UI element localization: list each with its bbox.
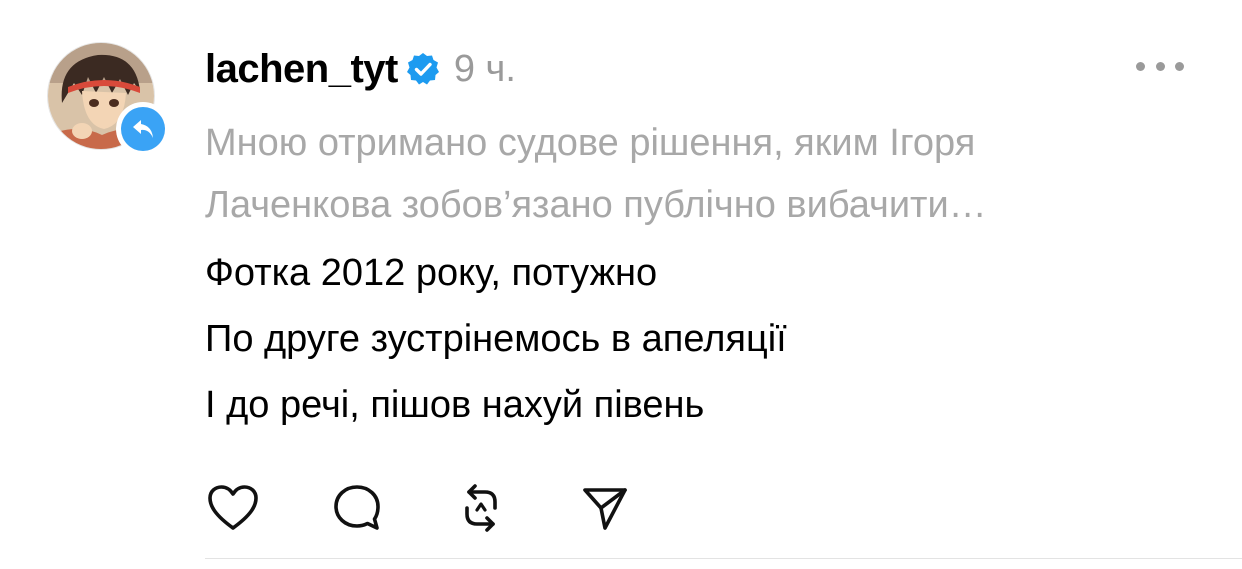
more-dots-icon[interactable] [1136, 56, 1184, 76]
heart-icon [208, 485, 258, 530]
share-icon [583, 488, 627, 530]
post: lachen_tyt 9 ч. Мною отримано судове ріш… [0, 0, 1242, 569]
avatar-container[interactable] [47, 42, 170, 156]
body-line: Фотка 2012 року, потужно [205, 252, 658, 294]
post-header: lachen_tyt 9 ч. [205, 44, 516, 94]
post-body: Фотка 2012 року, потужно По друге зустрі… [205, 240, 1195, 438]
quoted-line: Мною отримано судове рішення, яким Ігоря [205, 122, 976, 164]
repost-icon [465, 484, 497, 532]
username[interactable]: lachen_tyt [205, 47, 398, 92]
quoted-line: Лаченкова зобов’язано публічно вибачити… [205, 184, 987, 226]
repost-badge [116, 102, 170, 156]
share-button[interactable] [575, 478, 635, 538]
repost-icon [133, 120, 153, 138]
quoted-text[interactable]: Мною отримано судове рішення, яким Ігоря… [205, 112, 1195, 236]
body-line: І до речі, пішов нахуй півень [205, 384, 705, 426]
more-dot [1136, 61, 1145, 71]
more-dot [1175, 61, 1184, 71]
like-button[interactable] [203, 478, 263, 538]
action-bar [203, 478, 699, 538]
more-dot [1155, 61, 1165, 71]
comment-button[interactable] [327, 478, 387, 538]
repost-badge-icon [121, 107, 165, 151]
timestamp: 9 ч. [453, 47, 516, 90]
verified-badge-icon [406, 52, 440, 86]
body-line: По друге зустрінемось в апеляції [205, 318, 787, 360]
post-divider [205, 558, 1242, 559]
comment-icon [334, 485, 380, 530]
repost-button[interactable] [451, 478, 511, 538]
